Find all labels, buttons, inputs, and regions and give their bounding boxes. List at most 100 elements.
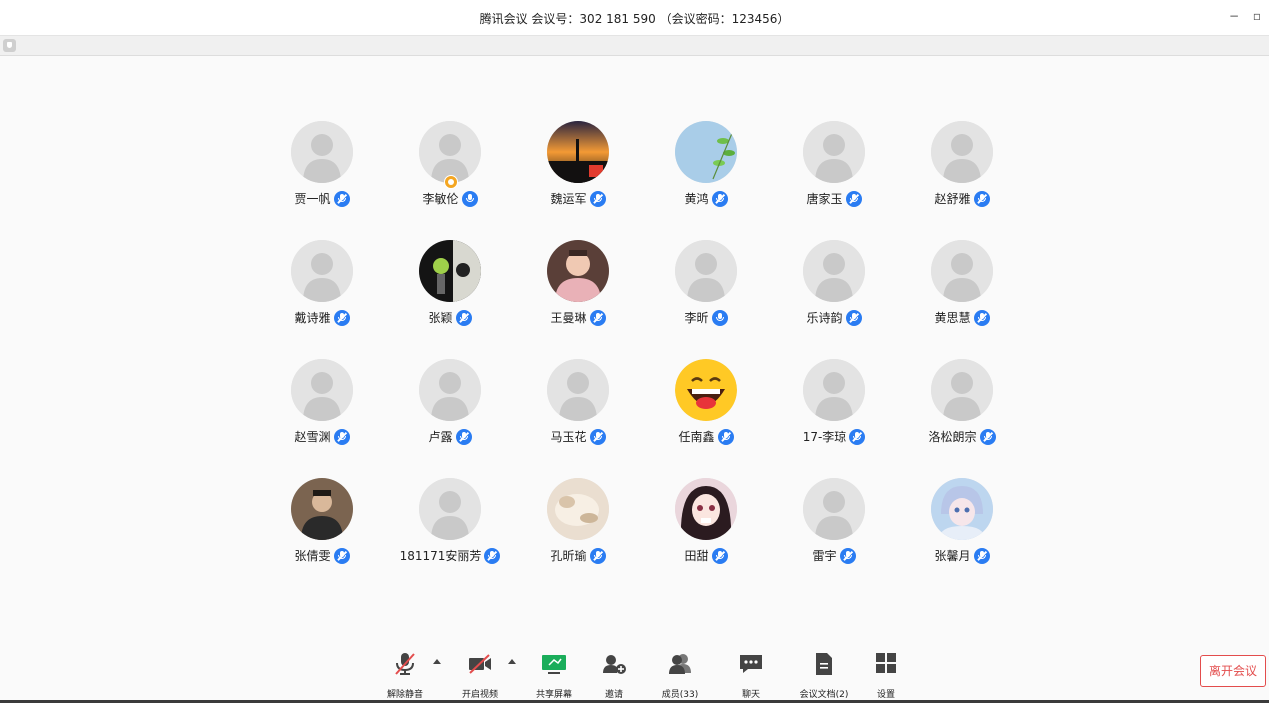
- participant-name-row: 李昕: [642, 309, 770, 326]
- muted-mic-icon: [589, 190, 606, 207]
- participant-name-row: 乐诗韵: [770, 309, 898, 326]
- participant-name-row: 张倩雯: [258, 547, 386, 564]
- participant-tile[interactable]: 马玉花: [514, 359, 642, 459]
- participant-name: 任南鑫: [678, 430, 715, 444]
- participant-name: 李昕: [684, 311, 709, 325]
- participant-name: 唐家玉: [806, 192, 843, 206]
- participant-tile[interactable]: 张馨月: [898, 478, 1026, 578]
- participant-tile[interactable]: 王曼琳: [514, 240, 642, 340]
- participant-name-row: 唐家玉: [770, 190, 898, 207]
- minimize-button[interactable]: −: [1229, 9, 1239, 23]
- avatar: [803, 478, 865, 540]
- participant-tile[interactable]: 任南鑫: [642, 359, 770, 459]
- share-screen-icon: [541, 652, 567, 676]
- avatar: [547, 478, 609, 540]
- participant-name: 乐诗韵: [806, 311, 843, 325]
- chat-button[interactable]: 聊天: [721, 652, 781, 700]
- participant-tile[interactable]: 17-李琼: [770, 359, 898, 459]
- unmute-button[interactable]: 解除静音: [375, 652, 435, 700]
- avatar: [675, 240, 737, 302]
- muted-mic-icon: [455, 309, 472, 326]
- participant-tile[interactable]: 洛松朗宗: [898, 359, 1026, 459]
- participant-tile[interactable]: 赵舒雅: [898, 121, 1026, 221]
- participant-tile[interactable]: 李敏伦: [386, 121, 514, 221]
- participant-name: 王曼琳: [550, 311, 587, 325]
- participant-name: 田甜: [684, 549, 709, 563]
- chat-label: 聊天: [741, 690, 760, 700]
- bottom-toolbar: 解除静音 开启视频 共享屏幕 邀请 成员(33) 聊天 会议文档(2) 设置: [0, 645, 1269, 700]
- video-options-caret[interactable]: [508, 659, 516, 664]
- participant-name-row: 赵雪渊: [258, 428, 386, 445]
- restore-button[interactable]: ▫: [1253, 9, 1261, 23]
- host-badge-icon: [444, 175, 458, 189]
- members-button[interactable]: 成员(33): [650, 652, 710, 700]
- muted-mic-icon: [392, 652, 418, 676]
- participant-name-row: 洛松朗宗: [898, 428, 1026, 445]
- meeting-docs-button[interactable]: 会议文档(2): [794, 652, 854, 700]
- participant-name-row: 任南鑫: [642, 428, 770, 445]
- participant-name: 张倩雯: [294, 549, 331, 563]
- participant-name-row: 17-李琼: [770, 428, 898, 445]
- participant-name: 黄鸿: [684, 192, 709, 206]
- avatar: [419, 240, 481, 302]
- participant-tile[interactable]: 卢露: [386, 359, 514, 459]
- muted-mic-icon: [845, 190, 862, 207]
- muted-mic-icon: [973, 309, 990, 326]
- participant-name-row: 张颖: [386, 309, 514, 326]
- participant-tile[interactable]: 黄思慧: [898, 240, 1026, 340]
- participant-name: 张馨月: [934, 549, 971, 563]
- avatar: [291, 359, 353, 421]
- participant-name: 李敏伦: [422, 192, 459, 206]
- invite-button[interactable]: 邀请: [584, 652, 644, 700]
- participant-tile[interactable]: 雷宇: [770, 478, 898, 578]
- start-video-button[interactable]: 开启视频: [450, 652, 510, 700]
- participant-tile[interactable]: 张倩雯: [258, 478, 386, 578]
- participant-tile[interactable]: 李昕: [642, 240, 770, 340]
- participant-name: 张颖: [428, 311, 453, 325]
- muted-mic-icon: [979, 428, 996, 445]
- settings-button[interactable]: 设置: [856, 652, 916, 700]
- avatar: [675, 121, 737, 183]
- avatar: [547, 240, 609, 302]
- participant-name: 戴诗雅: [294, 311, 331, 325]
- video-off-icon: [467, 652, 493, 676]
- participant-tile[interactable]: 戴诗雅: [258, 240, 386, 340]
- participant-name-row: 马玉花: [514, 428, 642, 445]
- participant-name-row: 雷宇: [770, 547, 898, 564]
- members-icon: [667, 652, 693, 676]
- muted-mic-icon: [333, 309, 350, 326]
- participant-tile[interactable]: 唐家玉: [770, 121, 898, 221]
- avatar: [547, 359, 609, 421]
- participant-name: 赵雪渊: [294, 430, 331, 444]
- participant-tile[interactable]: 张颖: [386, 240, 514, 340]
- leave-meeting-button[interactable]: 离开会议: [1200, 655, 1266, 687]
- participant-tile[interactable]: 贾一帆: [258, 121, 386, 221]
- audio-options-caret[interactable]: [433, 659, 441, 664]
- muted-mic-icon: [333, 190, 350, 207]
- participant-name: 贾一帆: [294, 192, 331, 206]
- participant-tile[interactable]: 乐诗韵: [770, 240, 898, 340]
- participant-tile[interactable]: 181171安丽芳: [386, 478, 514, 578]
- share-screen-label: 共享屏幕: [535, 690, 572, 700]
- avatar: [675, 478, 737, 540]
- participant-tile[interactable]: 黄鸿: [642, 121, 770, 221]
- settings-label: 设置: [876, 690, 895, 700]
- participant-tile[interactable]: 赵雪渊: [258, 359, 386, 459]
- participant-name: 马玉花: [550, 430, 587, 444]
- participant-name: 17-李琼: [802, 430, 847, 444]
- invite-label: 邀请: [604, 690, 623, 700]
- participant-tile[interactable]: 田甜: [642, 478, 770, 578]
- participant-name: 黄思慧: [934, 311, 971, 325]
- share-screen-button[interactable]: 共享屏幕: [524, 652, 584, 700]
- participant-name-row: 田甜: [642, 547, 770, 564]
- mic-icon: [711, 309, 728, 326]
- muted-mic-icon: [333, 547, 350, 564]
- shield-icon[interactable]: [3, 39, 16, 52]
- muted-mic-icon: [589, 428, 606, 445]
- participant-tile[interactable]: 魏运军: [514, 121, 642, 221]
- participant-name: 洛松朗宗: [928, 430, 977, 444]
- participant-name: 魏运军: [550, 192, 587, 206]
- participant-tile[interactable]: 孔昕瑜: [514, 478, 642, 578]
- avatar: [419, 478, 481, 540]
- mic-icon: [461, 190, 478, 207]
